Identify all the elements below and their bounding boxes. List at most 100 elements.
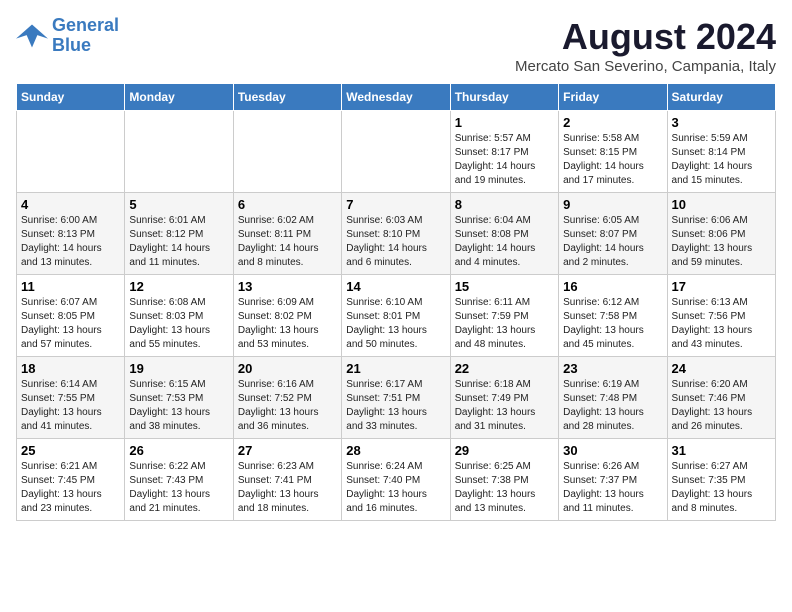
day-number: 22: [455, 361, 554, 376]
day-info: Sunrise: 6:15 AMSunset: 7:53 PMDaylight:…: [129, 378, 228, 434]
day-info: Sunrise: 6:23 AMSunset: 7:41 PMDaylight:…: [238, 460, 337, 516]
weekday-header: Sunday: [17, 84, 125, 111]
day-info: Sunrise: 6:03 AMSunset: 8:10 PMDaylight:…: [346, 214, 445, 270]
day-info: Sunrise: 6:11 AMSunset: 7:59 PMDaylight:…: [455, 296, 554, 352]
day-number: 24: [672, 361, 771, 376]
day-info: Sunrise: 6:16 AMSunset: 7:52 PMDaylight:…: [238, 378, 337, 434]
calendar-cell: 20 Sunrise: 6:16 AMSunset: 7:52 PMDayligh…: [233, 357, 341, 439]
calendar-cell: 1 Sunrise: 5:57 AMSunset: 8:17 PMDaylight…: [450, 111, 558, 193]
day-info: Sunrise: 6:17 AMSunset: 7:51 PMDaylight:…: [346, 378, 445, 434]
day-number: 12: [129, 279, 228, 294]
page-header: General Blue August 2024 Mercato San Sev…: [16, 16, 776, 75]
calendar-cell: 27Sunrise: 6:23 AMSunset: 7:41 PMDayligh…: [233, 439, 341, 521]
day-info: Sunrise: 6:21 AMSunset: 7:45 PMDaylight:…: [21, 460, 120, 516]
day-number: 6: [238, 197, 337, 212]
calendar-cell: 17 Sunrise: 6:13 AMSunset: 7:56 PMDayligh…: [667, 275, 775, 357]
calendar-week-row: 25 Sunrise: 6:21 AMSunset: 7:45 PMDayligh…: [17, 439, 776, 521]
day-number: 4: [21, 197, 120, 212]
day-number: 15: [455, 279, 554, 294]
weekday-header: Wednesday: [342, 84, 450, 111]
day-info: Sunrise: 6:27 AMSunset: 7:35 PMDaylight:…: [672, 460, 771, 516]
calendar-cell: [17, 111, 125, 193]
day-info: Sunrise: 6:14 AMSunset: 7:55 PMDaylight:…: [21, 378, 120, 434]
calendar-cell: 11 Sunrise: 6:07 AMSunset: 8:05 PMDayligh…: [17, 275, 125, 357]
day-info: Sunrise: 6:13 AMSunset: 7:56 PMDaylight:…: [672, 296, 771, 352]
calendar-week-row: 18 Sunrise: 6:14 AMSunset: 7:55 PMDayligh…: [17, 357, 776, 439]
logo: General Blue: [16, 16, 119, 56]
weekday-header: Saturday: [667, 84, 775, 111]
calendar-cell: [233, 111, 341, 193]
day-info: Sunrise: 5:58 AMSunset: 8:15 PMDaylight:…: [563, 132, 662, 188]
calendar-cell: 28Sunrise: 6:24 AMSunset: 7:40 PMDayligh…: [342, 439, 450, 521]
logo-text: General Blue: [52, 16, 119, 56]
title-section: August 2024 Mercato San Severino, Campan…: [515, 16, 776, 75]
calendar-cell: [125, 111, 233, 193]
day-number: 23: [563, 361, 662, 376]
weekday-header: Tuesday: [233, 84, 341, 111]
day-number: 20: [238, 361, 337, 376]
calendar-cell: 19 Sunrise: 6:15 AMSunset: 7:53 PMDayligh…: [125, 357, 233, 439]
calendar-cell: 14 Sunrise: 6:10 AMSunset: 8:01 PMDayligh…: [342, 275, 450, 357]
day-number: 10: [672, 197, 771, 212]
weekday-header: Monday: [125, 84, 233, 111]
day-number: 25: [21, 443, 120, 458]
calendar-cell: 23Sunrise: 6:19 AMSunset: 7:48 PMDayligh…: [559, 357, 667, 439]
calendar-title: August 2024: [515, 16, 776, 58]
day-info: Sunrise: 6:01 AMSunset: 8:12 PMDaylight:…: [129, 214, 228, 270]
day-number: 30: [563, 443, 662, 458]
calendar-week-row: 1 Sunrise: 5:57 AMSunset: 8:17 PMDaylight…: [17, 111, 776, 193]
day-number: 3: [672, 115, 771, 130]
calendar-cell: 3 Sunrise: 5:59 AMSunset: 8:14 PMDaylight…: [667, 111, 775, 193]
day-info: Sunrise: 6:20 AMSunset: 7:46 PMDaylight:…: [672, 378, 771, 434]
calendar-cell: 22 Sunrise: 6:18 AMSunset: 7:49 PMDayligh…: [450, 357, 558, 439]
calendar-cell: 12Sunrise: 6:08 AMSunset: 8:03 PMDayligh…: [125, 275, 233, 357]
day-number: 21: [346, 361, 445, 376]
day-info: Sunrise: 6:02 AMSunset: 8:11 PMDaylight:…: [238, 214, 337, 270]
calendar-week-row: 11 Sunrise: 6:07 AMSunset: 8:05 PMDayligh…: [17, 275, 776, 357]
day-info: Sunrise: 6:18 AMSunset: 7:49 PMDaylight:…: [455, 378, 554, 434]
day-number: 14: [346, 279, 445, 294]
day-info: Sunrise: 6:05 AMSunset: 8:07 PMDaylight:…: [563, 214, 662, 270]
calendar-week-row: 4 Sunrise: 6:00 AMSunset: 8:13 PMDaylight…: [17, 193, 776, 275]
calendar-cell: 8 Sunrise: 6:04 AMSunset: 8:08 PMDaylight…: [450, 193, 558, 275]
day-info: Sunrise: 6:04 AMSunset: 8:08 PMDaylight:…: [455, 214, 554, 270]
calendar-cell: 25 Sunrise: 6:21 AMSunset: 7:45 PMDayligh…: [17, 439, 125, 521]
calendar-cell: [342, 111, 450, 193]
day-number: 18: [21, 361, 120, 376]
calendar-cell: 30Sunrise: 6:26 AMSunset: 7:37 PMDayligh…: [559, 439, 667, 521]
calendar-table: SundayMondayTuesdayWednesdayThursdayFrid…: [16, 83, 776, 521]
calendar-cell: 6 Sunrise: 6:02 AMSunset: 8:11 PMDaylight…: [233, 193, 341, 275]
calendar-cell: 2 Sunrise: 5:58 AMSunset: 8:15 PMDaylight…: [559, 111, 667, 193]
day-number: 31: [672, 443, 771, 458]
day-number: 7: [346, 197, 445, 212]
day-number: 8: [455, 197, 554, 212]
calendar-cell: 16 Sunrise: 6:12 AMSunset: 7:58 PMDayligh…: [559, 275, 667, 357]
weekday-header: Thursday: [450, 84, 558, 111]
day-info: Sunrise: 6:22 AMSunset: 7:43 PMDaylight:…: [129, 460, 228, 516]
calendar-subtitle: Mercato San Severino, Campania, Italy: [515, 58, 776, 75]
day-number: 19: [129, 361, 228, 376]
logo-icon: [16, 22, 48, 50]
weekday-header-row: SundayMondayTuesdayWednesdayThursdayFrid…: [17, 84, 776, 111]
day-info: Sunrise: 6:12 AMSunset: 7:58 PMDaylight:…: [563, 296, 662, 352]
calendar-cell: 10Sunrise: 6:06 AMSunset: 8:06 PMDayligh…: [667, 193, 775, 275]
day-number: 17: [672, 279, 771, 294]
day-info: Sunrise: 6:00 AMSunset: 8:13 PMDaylight:…: [21, 214, 120, 270]
day-number: 9: [563, 197, 662, 212]
day-number: 13: [238, 279, 337, 294]
day-info: Sunrise: 6:24 AMSunset: 7:40 PMDaylight:…: [346, 460, 445, 516]
calendar-cell: 29Sunrise: 6:25 AMSunset: 7:38 PMDayligh…: [450, 439, 558, 521]
calendar-cell: 4 Sunrise: 6:00 AMSunset: 8:13 PMDaylight…: [17, 193, 125, 275]
day-info: Sunrise: 5:59 AMSunset: 8:14 PMDaylight:…: [672, 132, 771, 188]
day-info: Sunrise: 6:25 AMSunset: 7:38 PMDaylight:…: [455, 460, 554, 516]
day-number: 2: [563, 115, 662, 130]
day-number: 26: [129, 443, 228, 458]
day-number: 16: [563, 279, 662, 294]
day-info: Sunrise: 5:57 AMSunset: 8:17 PMDaylight:…: [455, 132, 554, 188]
day-info: Sunrise: 6:07 AMSunset: 8:05 PMDaylight:…: [21, 296, 120, 352]
day-number: 11: [21, 279, 120, 294]
calendar-cell: 9 Sunrise: 6:05 AMSunset: 8:07 PMDaylight…: [559, 193, 667, 275]
day-number: 1: [455, 115, 554, 130]
day-info: Sunrise: 6:10 AMSunset: 8:01 PMDaylight:…: [346, 296, 445, 352]
calendar-cell: 13Sunrise: 6:09 AMSunset: 8:02 PMDayligh…: [233, 275, 341, 357]
